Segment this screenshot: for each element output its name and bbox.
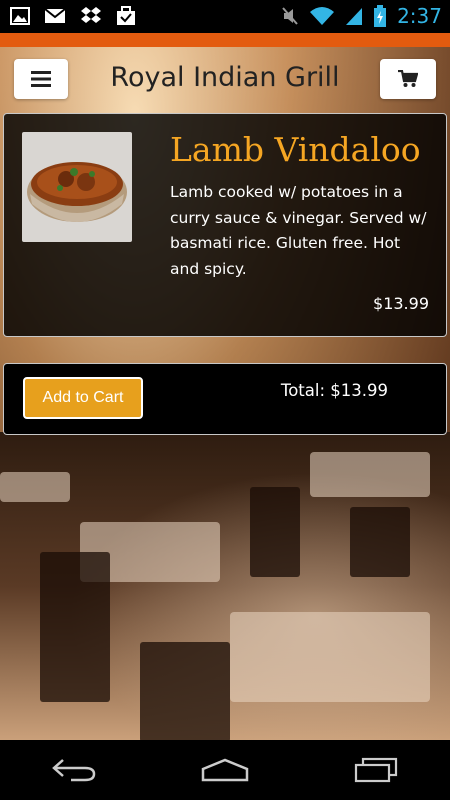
shopping-cart-icon xyxy=(398,70,418,87)
app-content: Royal Indian Grill Lamb Vindaloo Lamb co… xyxy=(0,47,450,740)
cart-button[interactable] xyxy=(380,59,436,99)
cart-total: Total: $13.99 xyxy=(280,381,388,400)
dish-name: Lamb Vindaloo xyxy=(170,130,421,169)
dish-image xyxy=(22,132,132,242)
battery-charging-icon xyxy=(374,5,387,27)
image-icon xyxy=(10,7,30,25)
system-nav-bar xyxy=(0,740,450,800)
signal-icon xyxy=(346,8,363,25)
dish-price: $13.99 xyxy=(373,294,429,313)
home-icon[interactable] xyxy=(200,757,250,783)
restaurant-background xyxy=(0,432,450,740)
accent-strip xyxy=(0,33,450,47)
back-icon[interactable] xyxy=(51,757,97,783)
menu-item-card: Lamb Vindaloo Lamb cooked w/ potatoes in… xyxy=(3,113,447,337)
recent-apps-icon[interactable] xyxy=(353,757,399,783)
table-shape xyxy=(310,452,430,497)
table-shape xyxy=(230,612,430,702)
gmail-icon xyxy=(44,8,66,23)
chair-shape xyxy=(250,487,300,577)
clock: 2:37 xyxy=(397,4,442,28)
briefcase-check-icon xyxy=(117,6,135,25)
dropbox-icon xyxy=(81,7,101,23)
app-header: Royal Indian Grill xyxy=(0,47,450,111)
wifi-icon xyxy=(310,7,335,25)
chair-shape xyxy=(350,507,410,577)
chair-shape xyxy=(40,552,110,702)
mute-icon xyxy=(282,7,298,25)
add-to-cart-button[interactable]: Add to Cart xyxy=(23,377,143,419)
dish-description: Lamb cooked w/ potatoes in a curry sauce… xyxy=(170,183,427,278)
menu-button[interactable] xyxy=(14,59,68,99)
cart-bar: Add to Cart Total: $13.99 xyxy=(3,363,447,435)
hamburger-icon xyxy=(31,71,51,87)
page-title: Royal Indian Grill xyxy=(110,62,340,93)
table-shape xyxy=(0,472,70,502)
chair-shape xyxy=(140,642,230,740)
status-bar: 2:37 xyxy=(0,0,450,33)
